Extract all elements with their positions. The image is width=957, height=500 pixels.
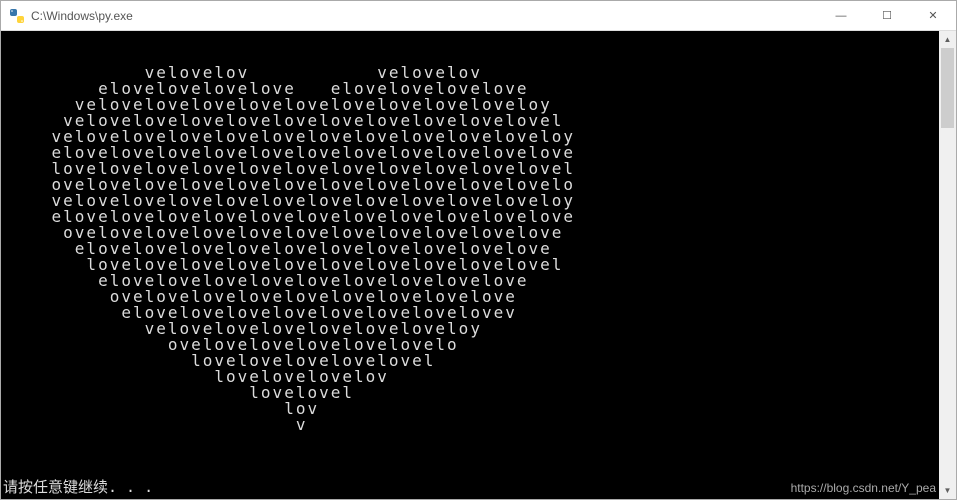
scroll-up-arrow-icon[interactable]: ▲ — [939, 31, 956, 48]
app-icon — [9, 8, 25, 24]
console-line: v — [5, 417, 935, 433]
scrollbar-track[interactable] — [939, 48, 956, 482]
maximize-button[interactable]: ☐ — [864, 1, 910, 30]
scrollbar-thumb[interactable] — [941, 48, 954, 128]
close-button[interactable]: ✕ — [910, 1, 956, 30]
watermark-text: https://blog.csdn.net/Y_pea — [791, 481, 936, 495]
scroll-down-arrow-icon[interactable]: ▼ — [939, 482, 956, 499]
titlebar: C:\Windows\py.exe — ☐ ✕ — [1, 1, 956, 31]
vertical-scrollbar[interactable]: ▲ ▼ — [939, 31, 956, 499]
console-container: velovelov velovelov elovelovelovelove el… — [1, 31, 956, 499]
console-output[interactable]: velovelov velovelov elovelovelovelove el… — [1, 31, 939, 499]
prompt-line: 请按任意键继续. . . — [3, 479, 153, 495]
window-controls: — ☐ ✕ — [818, 1, 956, 30]
window-title: C:\Windows\py.exe — [31, 9, 818, 23]
minimize-button[interactable]: — — [818, 1, 864, 30]
application-window: C:\Windows\py.exe — ☐ ✕ velovelov velove… — [0, 0, 957, 500]
